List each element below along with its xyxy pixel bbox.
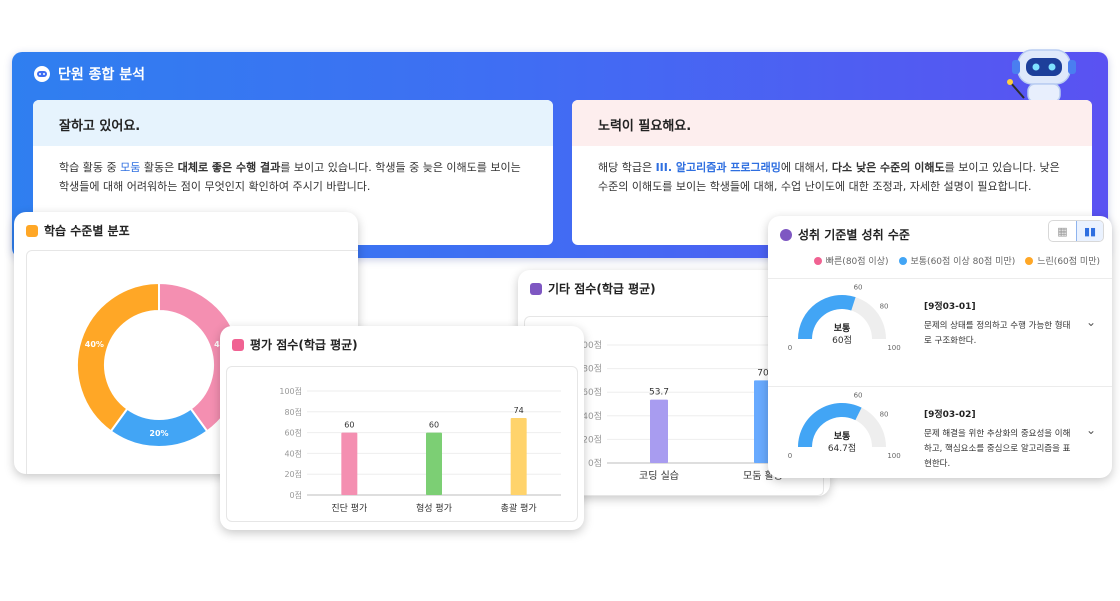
y-tick-label: 20점	[582, 433, 602, 445]
bar	[650, 399, 668, 463]
y-tick-label: 20점	[284, 469, 302, 479]
panel-title: 성취 기준별 성취 수준	[780, 226, 910, 243]
legend-item: 빠른(80점 이상)	[813, 254, 889, 267]
gauge-tick-label: 60	[854, 284, 863, 292]
x-tick-label: 진단 평가	[331, 503, 367, 514]
gauge-level-label: 보통	[834, 323, 851, 334]
chevron-down-icon[interactable]: ⌄	[1086, 423, 1096, 437]
bar	[510, 418, 527, 495]
donut-slice	[109, 407, 209, 448]
panel-title-text: 기타 점수(학급 평균)	[548, 282, 656, 296]
y-tick-label: 40점	[284, 448, 302, 458]
bar-value-label: 60	[344, 421, 354, 430]
bar-value-label: 74	[514, 406, 524, 415]
evaluation-bar-chart: 0점 20점 40점 60점 80점 100점 60 진단 평가 60 형성 평가 74 총괄 평가	[279, 386, 561, 514]
achievement-panel: 성취 기준별 성취 수준 ▦ ▮▮ 빠른(80점 이상) 보통(60점 이상 8…	[768, 216, 1112, 478]
y-tick-label: 60점	[284, 428, 302, 438]
y-tick-label: 0점	[588, 457, 602, 469]
y-tick-label: 100점	[279, 386, 302, 396]
achievement-legend: 빠른(80점 이상) 보통(60점 이상 80점 미만) 느린(60점 미만)	[768, 254, 1112, 267]
gauge-level-label: 보통	[834, 431, 851, 442]
x-tick-label: 코딩 실습	[639, 470, 679, 482]
chart-view-button[interactable]: ▮▮	[1076, 221, 1103, 241]
gauge-chart: 0 60 80 100 보통60점	[788, 284, 901, 352]
slice-label: 40%	[85, 340, 104, 349]
banner-title-text: 단원 종합 분석	[58, 67, 146, 83]
text-segment: 에 대해서,	[780, 161, 832, 174]
feedback-good-body: 학습 활동 중 모둠 활동은 대체로 좋은 수행 결과를 보이고 있습니다. 학…	[33, 146, 553, 196]
evaluation-scores-panel: 평가 점수(학급 평균) 0점 20점 40점 60점 80점 100점 60 진단 평가 60…	[220, 326, 584, 530]
bar-chart-icon	[530, 282, 542, 295]
bar-chart-icon	[232, 338, 244, 351]
standard-code: [9정03-02]	[924, 410, 976, 420]
table-view-button[interactable]: ▦	[1049, 221, 1076, 241]
bold-text: 대체로 좋은 수행 결과	[177, 161, 281, 174]
panel-title-text: 학습 수준별 분포	[44, 224, 130, 238]
legend-dot	[1025, 256, 1034, 265]
legend-label: 보통(60점 이상 80점 미만)	[910, 257, 1016, 267]
gauge-tick-label: 100	[887, 344, 900, 352]
gauge-tick-label: 60	[854, 392, 863, 400]
panel-title-text: 평가 점수(학급 평균)	[250, 338, 358, 352]
legend-dot	[813, 256, 822, 265]
bar	[341, 432, 358, 495]
legend-dot	[898, 256, 907, 265]
panel-title: 학습 수준별 분포	[26, 222, 130, 239]
text-segment: 해당 학급은	[598, 161, 656, 174]
bar-value-label: 53.7	[649, 388, 669, 398]
y-tick-label: 0점	[290, 490, 302, 500]
clock-icon	[26, 224, 38, 237]
standard-description: 문제의 상태를 정의하고 수행 가능한 형태로 구조화한다.	[924, 321, 1071, 346]
banner-title: 단원 종합 분석	[34, 64, 145, 84]
legend-item: 보통(60점 이상 80점 미만)	[898, 254, 1016, 267]
y-tick-label: 80점	[582, 363, 602, 375]
feedback-need-body: 해당 학급은 III. 알고리즘과 프로그래밍에 대해서, 다소 낮은 수준의 …	[572, 146, 1092, 196]
text-segment: 학습 활동 중	[59, 161, 121, 174]
x-tick-label: 형성 평가	[416, 503, 452, 514]
gauge-chart: 0 60 80 100 보통64.7점	[788, 392, 901, 460]
x-tick-label: 총괄 평가	[501, 502, 537, 514]
feedback-need-heading: 노력이 필요해요.	[572, 100, 1092, 146]
y-tick-label: 60점	[582, 386, 602, 398]
panel-title: 기타 점수(학급 평균)	[530, 280, 656, 297]
highlight-text: III. 알고리즘과 프로그래밍	[655, 161, 781, 174]
gauge-score-label: 60점	[832, 334, 852, 346]
gauge-fill	[798, 403, 862, 447]
legend-label: 빠른(80점 이상)	[825, 257, 889, 267]
standard-row[interactable]: 0 60 80 100 보통 60점 [9정03-01] 문제의 상태를 정의하고 수행 …	[768, 278, 1112, 370]
feedback-good-heading: 잘하고 있어요.	[33, 100, 553, 146]
gauge-score-label: 64.7점	[828, 442, 856, 454]
donut-slice	[76, 281, 160, 433]
legend-label: 느린(60점 미만)	[1037, 257, 1100, 267]
gauge-tick-label: 80	[880, 410, 889, 418]
gauge-tick-label: 100	[887, 452, 900, 460]
panel-title-text: 성취 기준별 성취 수준	[798, 228, 910, 242]
standard-description: 문제 해결을 위한 추상화의 중요성을 이해하고, 핵심요소를 중심으로 알고리…	[924, 429, 1071, 469]
standard-row[interactable]: 0 60 80 100 보통 64.7점 [9정03-02] 문제 해결을 위한 추상화의…	[768, 386, 1112, 478]
chart-frame: 0점 20점 40점 60점 80점 100점 60 진단 평가 60 형성 평가 74 총괄 평가	[226, 366, 578, 522]
highlight-text: 모둠	[120, 161, 141, 174]
bold-text: 다소 낮은 수준의 이해도	[831, 161, 945, 174]
panel-title: 평가 점수(학급 평균)	[232, 336, 358, 353]
gauge-tick-label: 80	[880, 302, 889, 310]
gauge-tick-label: 0	[788, 344, 792, 352]
chevron-down-icon[interactable]: ⌄	[1086, 315, 1096, 329]
standard-code: [9정03-01]	[924, 302, 976, 312]
robot-mascot-icon	[1007, 49, 1076, 102]
gauge-tick-label: 0	[788, 452, 792, 460]
bot-icon	[34, 66, 50, 82]
legend-item: 느린(60점 미만)	[1025, 254, 1100, 267]
y-tick-label: 40점	[582, 410, 602, 422]
view-toggle: ▦ ▮▮	[1048, 220, 1104, 242]
bar-value-label: 60	[429, 421, 439, 430]
y-tick-label: 80점	[284, 407, 302, 417]
pie-chart-icon	[780, 228, 792, 241]
bar	[426, 432, 442, 495]
text-segment: 활동은	[140, 161, 178, 174]
slice-label: 20%	[149, 429, 168, 438]
